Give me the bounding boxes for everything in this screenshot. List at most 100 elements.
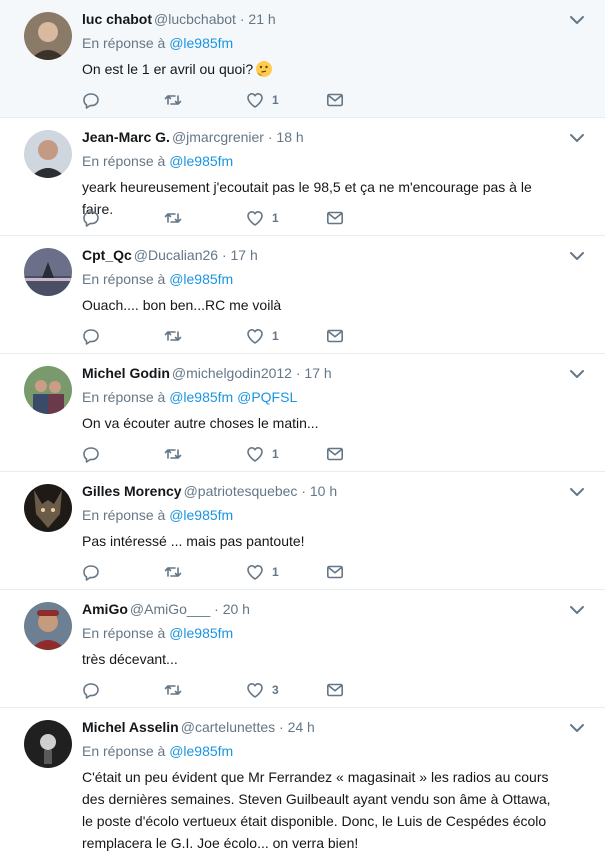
chevron-down-icon[interactable] [569,367,585,379]
tweet-timestamp[interactable]: 10 h [310,483,337,499]
message-button[interactable] [326,208,344,228]
retweet-button[interactable] [164,680,182,700]
tweet-actions: 3 [82,680,362,700]
tweet[interactable]: Cpt_Qc @Ducalian26 · 17 h En réponse à @le… [0,236,605,354]
tweet-text-body: On va écouter autre choses le matin... [82,415,319,431]
chevron-down-icon[interactable] [569,249,585,261]
like-button[interactable]: 1 [246,562,279,582]
chevron-down-icon[interactable] [569,485,585,497]
mention-link[interactable]: @PQFSL [237,389,297,405]
mention-link[interactable]: @le985fm [169,743,233,759]
tweet[interactable]: Michel Asselin @cartelunettes · 24 h En ré… [0,708,605,852]
tweet-timestamp[interactable]: 20 h [223,601,250,617]
reply-button[interactable] [82,680,100,700]
like-button[interactable]: 1 [246,90,279,110]
avatar[interactable] [24,130,72,178]
like-icon [246,563,264,581]
author-handle[interactable]: @lucbchabot [154,11,236,27]
retweet-icon [164,563,182,581]
like-button[interactable]: 1 [246,444,279,464]
mention-link[interactable]: @le985fm [169,389,233,405]
tweet-text-body: On est le 1 er avril ou quoi? [82,61,254,77]
mention-link[interactable]: @le985fm [169,35,233,51]
separator-dot: · [263,129,277,145]
tweet[interactable]: Michel Godin @michelgodin2012 · 17 h En ré… [0,354,605,472]
tweet-timestamp[interactable]: 17 h [304,365,331,381]
tweet-timestamp[interactable]: 24 h [288,719,315,735]
retweet-button[interactable] [164,326,182,346]
reply-icon [82,681,100,699]
author-name[interactable]: luc chabot [82,11,152,27]
reply-context: En réponse à @le985fm [82,34,565,52]
separator-dot: · [218,247,231,263]
tweet[interactable]: AmiGo @AmiGo___ · 20 h En réponse à @le985… [0,590,605,708]
retweet-button[interactable] [164,562,182,582]
retweet-button[interactable] [164,208,182,228]
mention-link[interactable]: @le985fm [169,271,233,287]
reply-button[interactable] [82,208,100,228]
reply-button[interactable] [82,326,100,346]
message-button[interactable] [326,90,344,110]
separator-dot: · [210,601,223,617]
avatar[interactable] [24,602,72,650]
tweet-text-body: C'était un peu évident que Mr Ferrandez … [82,769,551,851]
message-button[interactable] [326,326,344,346]
message-icon [326,209,344,227]
author-name[interactable]: Gilles Morency [82,483,182,499]
tweet-header: Michel Asselin @cartelunettes · 24 h [82,718,565,736]
mention-link[interactable]: @le985fm [169,507,233,523]
author-handle[interactable]: @michelgodin2012 [172,365,292,381]
message-button[interactable] [326,562,344,582]
avatar[interactable] [24,720,72,768]
chevron-down-icon[interactable] [569,13,585,25]
like-button[interactable]: 1 [246,326,279,346]
mention-link[interactable]: @le985fm [169,153,233,169]
like-icon [246,327,264,345]
author-name[interactable]: Cpt_Qc [82,247,132,263]
mention-link[interactable]: @le985fm [169,625,233,641]
reply-button[interactable] [82,562,100,582]
avatar-image [24,484,72,532]
like-button[interactable]: 1 [246,208,279,228]
tweet[interactable]: Gilles Morency @patriotesquebec · 10 h En … [0,472,605,590]
retweet-icon [164,445,182,463]
tweet-actions: 1 [82,90,362,110]
author-handle[interactable]: @Ducalian26 [134,247,218,263]
author-name[interactable]: Jean-Marc G. [82,129,170,145]
author-name[interactable]: Michel Asselin [82,719,179,735]
chevron-down-icon[interactable] [569,721,585,733]
reply-icon [82,91,100,109]
retweet-button[interactable] [164,444,182,464]
chevron-down-icon[interactable] [569,131,585,143]
thinking-face-icon [255,60,273,78]
tweet-timestamp[interactable]: 18 h [276,129,303,145]
avatar[interactable] [24,248,72,296]
like-icon [246,681,264,699]
tweet-timestamp[interactable]: 21 h [248,11,275,27]
chevron-down-icon[interactable] [569,603,585,615]
tweet[interactable]: Jean-Marc G. @jmarcgrenier · 18 h En répon… [0,118,605,236]
message-button[interactable] [326,444,344,464]
author-handle[interactable]: @jmarcgrenier [172,129,264,145]
author-name[interactable]: Michel Godin [82,365,170,381]
message-button[interactable] [326,680,344,700]
reply-prefix: En réponse à [82,743,166,759]
avatar[interactable] [24,484,72,532]
author-handle[interactable]: @AmiGo___ [130,601,210,617]
reply-button[interactable] [82,444,100,464]
tweet-timestamp[interactable]: 17 h [231,247,258,263]
retweet-button[interactable] [164,90,182,110]
reply-prefix: En réponse à [82,35,166,51]
avatar[interactable] [24,12,72,60]
like-button[interactable]: 3 [246,680,279,700]
author-handle[interactable]: @patriotesquebec [184,483,298,499]
author-handle[interactable]: @cartelunettes [181,719,275,735]
tweet[interactable]: luc chabot @lucbchabot · 21 h En réponse à… [0,0,605,118]
reply-button[interactable] [82,90,100,110]
reply-context: En réponse à @le985fm @PQFSL [82,388,565,406]
avatar[interactable] [24,366,72,414]
like-icon [246,209,264,227]
author-name[interactable]: AmiGo [82,601,128,617]
like-count: 3 [272,683,279,697]
message-icon [326,327,344,345]
